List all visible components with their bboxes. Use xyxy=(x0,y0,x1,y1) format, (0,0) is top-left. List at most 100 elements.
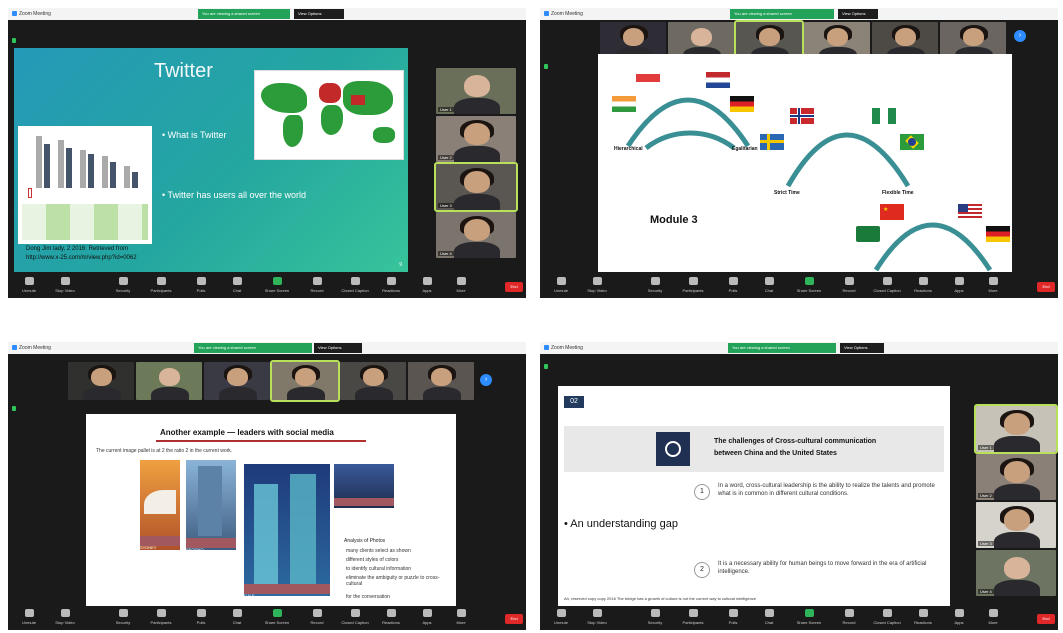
camera-icon xyxy=(60,609,70,617)
participant-tile[interactable]: User 4 xyxy=(436,212,516,258)
polls-button[interactable]: Polls xyxy=(716,277,750,293)
video-button[interactable]: Stop Video xyxy=(48,277,82,293)
more-button[interactable]: More xyxy=(444,277,478,293)
poll-icon xyxy=(728,277,738,285)
apps-button[interactable]: Apps xyxy=(410,277,444,293)
camera-icon xyxy=(592,277,602,285)
mute-button[interactable]: Unmute xyxy=(544,609,578,625)
zoom-window-1: Zoom Meeting You are viewing a shared sc… xyxy=(8,8,526,298)
participants-button[interactable]: Participants xyxy=(676,277,710,293)
mute-button[interactable]: Unmute xyxy=(12,609,46,625)
closed-caption-button[interactable]: Closed Caption xyxy=(870,609,904,625)
participant-tile[interactable] xyxy=(408,362,474,400)
microphone-icon xyxy=(556,277,566,285)
share-screen-button[interactable]: Share Screen xyxy=(792,277,826,293)
flag-indonesia-icon xyxy=(636,74,660,90)
reactions-button[interactable]: Reactions xyxy=(374,609,408,625)
participant-tile[interactable] xyxy=(136,362,202,400)
analysis-item: different styles of colors xyxy=(346,557,399,563)
video-button[interactable]: Stop Video xyxy=(580,609,614,625)
zoom-window-4: Zoom Meeting You are viewing a shared sc… xyxy=(540,342,1058,630)
participant-tile[interactable] xyxy=(68,362,134,400)
participant-tile[interactable]: User 2 xyxy=(436,116,516,162)
mute-button[interactable]: Unmute xyxy=(544,277,578,293)
participant-tile[interactable]: User 2 xyxy=(976,454,1056,500)
mute-button[interactable]: Unmute xyxy=(12,277,46,293)
security-button[interactable]: Security xyxy=(106,609,140,625)
photo-night-towers: D.N.E xyxy=(244,464,330,598)
participants-button[interactable]: Participants xyxy=(676,609,710,625)
reactions-button[interactable]: Reactions xyxy=(374,277,408,293)
end-meeting-button[interactable]: End xyxy=(1037,614,1055,624)
share-screen-button[interactable]: Share Screen xyxy=(260,277,294,293)
people-icon xyxy=(156,609,166,617)
apps-button[interactable]: Apps xyxy=(410,609,444,625)
photo-opera-house: SYDNEY xyxy=(140,460,180,550)
participants-button[interactable]: Participants xyxy=(144,609,178,625)
sharing-banner: You are viewing a shared screen xyxy=(198,9,290,19)
smile-icon xyxy=(918,609,928,617)
more-button[interactable]: More xyxy=(976,609,1010,625)
record-button[interactable]: Record xyxy=(832,277,866,293)
polls-button[interactable]: Polls xyxy=(184,277,218,293)
share-screen-button[interactable]: Share Screen xyxy=(260,609,294,625)
cc-icon xyxy=(350,277,360,285)
security-button[interactable]: Security xyxy=(638,277,672,293)
chat-button[interactable]: Chat xyxy=(752,277,786,293)
chat-icon xyxy=(232,277,242,285)
polls-button[interactable]: Polls xyxy=(184,609,218,625)
view-options-pill[interactable]: View Options xyxy=(294,9,344,19)
record-button[interactable]: Record xyxy=(300,609,334,625)
view-options-pill[interactable]: View Options xyxy=(838,9,878,19)
chat-button[interactable]: Chat xyxy=(752,609,786,625)
view-options-pill[interactable]: View Options xyxy=(314,343,362,353)
participant-tile[interactable] xyxy=(340,362,406,400)
video-button[interactable]: Stop Video xyxy=(48,609,82,625)
apps-button[interactable]: Apps xyxy=(942,609,976,625)
shield-icon xyxy=(118,277,128,285)
video-button[interactable]: Stop Video xyxy=(580,277,614,293)
flag-india-icon xyxy=(612,96,636,112)
slide-heading: Another example — leaders with social me… xyxy=(160,428,334,437)
participant-tile[interactable]: User 1 xyxy=(436,68,516,114)
share-screen-button[interactable]: Share Screen xyxy=(792,609,826,625)
next-page-button[interactable]: › xyxy=(480,374,492,386)
participant-tile-active[interactable]: User 1 xyxy=(974,404,1058,454)
flag-sweden-icon xyxy=(760,134,784,150)
more-button[interactable]: More xyxy=(444,609,478,625)
polls-button[interactable]: Polls xyxy=(716,609,750,625)
participant-tile[interactable] xyxy=(204,362,270,400)
next-page-button[interactable]: › xyxy=(1014,30,1026,42)
end-meeting-button[interactable]: End xyxy=(505,282,523,292)
chat-icon xyxy=(764,277,774,285)
end-meeting-button[interactable]: End xyxy=(505,614,523,624)
zoom-logo-icon xyxy=(12,11,17,17)
slide-cultural-dimensions: Hierarchical Egalitarian Strict Time Fle… xyxy=(598,54,1012,272)
dimension-arcs xyxy=(625,97,993,272)
apps-button[interactable]: Apps xyxy=(942,277,976,293)
security-button[interactable]: Security xyxy=(638,609,672,625)
security-button[interactable]: Security xyxy=(106,277,140,293)
more-icon xyxy=(988,277,998,285)
record-button[interactable]: Record xyxy=(300,277,334,293)
participants-button[interactable]: Participants xyxy=(144,277,178,293)
app-title: Zoom Meeting xyxy=(544,345,583,351)
reactions-button[interactable]: Reactions xyxy=(906,277,940,293)
record-button[interactable]: Record xyxy=(832,609,866,625)
gap-statement: • An understanding gap xyxy=(564,518,678,530)
reactions-button[interactable]: Reactions xyxy=(906,609,940,625)
closed-caption-button[interactable]: Closed Caption xyxy=(338,609,372,625)
end-meeting-button[interactable]: End xyxy=(1037,282,1055,292)
slide-bullet-2: • Twitter has users all over the world xyxy=(162,190,307,200)
view-options-pill[interactable]: View Options xyxy=(840,343,884,353)
closed-caption-button[interactable]: Closed Caption xyxy=(338,277,372,293)
participant-tile[interactable]: User 3 xyxy=(976,502,1056,548)
participant-tile-active[interactable]: User 3 xyxy=(434,162,518,212)
slide-title: Twitter xyxy=(154,60,213,82)
chat-button[interactable]: Chat xyxy=(220,609,254,625)
closed-caption-button[interactable]: Closed Caption xyxy=(870,277,904,293)
participant-tile-active[interactable] xyxy=(270,360,340,402)
more-button[interactable]: More xyxy=(976,277,1010,293)
chat-button[interactable]: Chat xyxy=(220,277,254,293)
participant-tile[interactable]: User 4 xyxy=(976,550,1056,596)
